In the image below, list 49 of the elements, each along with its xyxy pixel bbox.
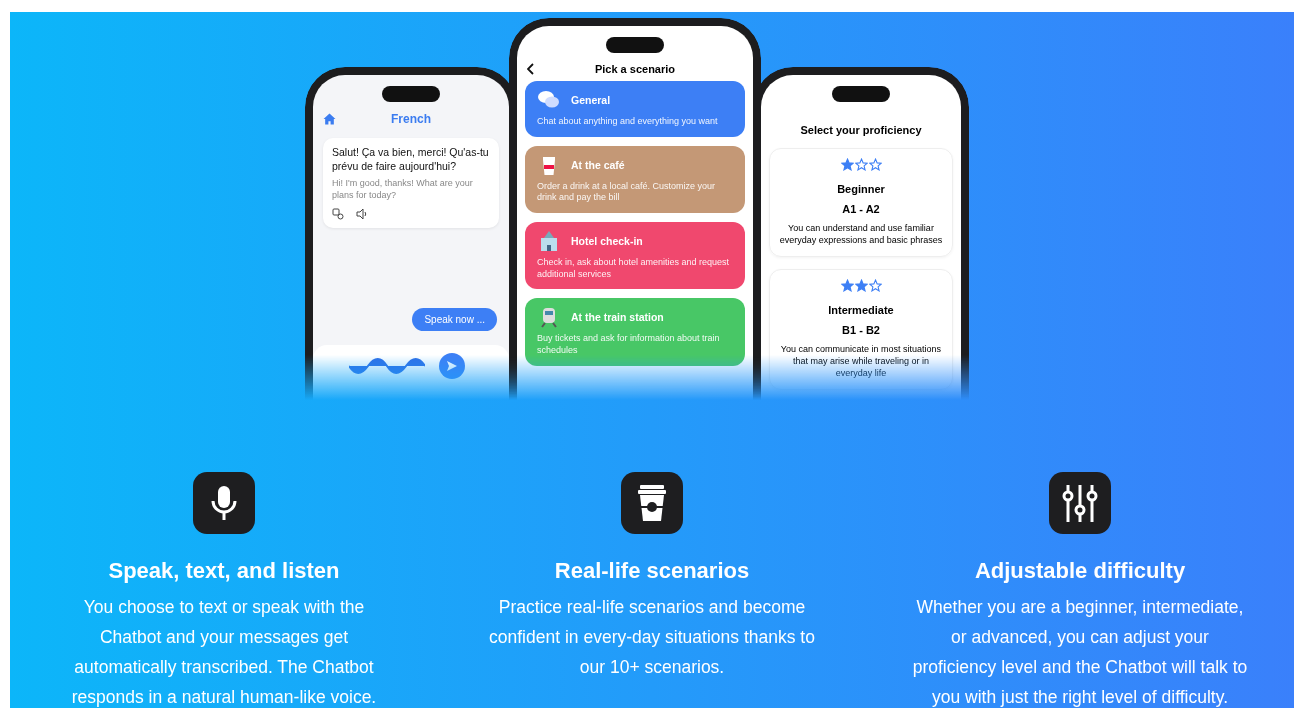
level-name: Beginner xyxy=(836,183,886,195)
send-icon xyxy=(446,359,458,372)
camera-notch xyxy=(606,37,664,53)
feature-text: Practice real-life scenarios and become confident in every-day situations thanks to our 10+ scenarios. xyxy=(488,596,816,679)
feature-title: Real-life scenarios xyxy=(554,558,750,584)
scenario-card[interactable]: At the train station Buy tickets and ask for information about train schedules xyxy=(525,298,745,366)
feature-text: Whether you are a beginner, intermediate, or advanced, you can adjust your proficiency level and the Chatbot will talk to you with just the right level of difficulty. xyxy=(911,596,1249,708)
microphone-icon xyxy=(211,485,237,521)
filled-star-icon xyxy=(840,158,854,171)
message-text: Salut! Ça va bien, merci! Qu'as-tu prévu de faire aujourd'hui? xyxy=(332,146,490,174)
level-description: You can understand and use familiar everyday expressions and basic phrases xyxy=(778,223,944,247)
back-icon[interactable] xyxy=(527,63,535,75)
send-button[interactable] xyxy=(439,352,465,379)
scenario-title: At the train station xyxy=(571,311,664,324)
camera-notch xyxy=(382,86,440,102)
sliders-icon xyxy=(1062,484,1098,522)
screen-title: Select your proficiency xyxy=(799,123,923,138)
level-description: You can communicate in most situations that may arise while traveling or in everyday life xyxy=(779,344,943,380)
feature-text: You choose to text or speak with the Chatbot and your messages get automatically transcribed. The Chatbot responds in a natural human-like voice. xyxy=(70,596,378,708)
home-icon[interactable] xyxy=(323,113,336,125)
scenario-description: Order a drink at a local café. Customize your drink and pay the bill xyxy=(537,180,717,205)
empty-star-icon xyxy=(868,158,882,171)
scenario-title: General xyxy=(571,94,611,106)
level-name: Intermediate xyxy=(827,304,895,317)
speaker-icon[interactable] xyxy=(356,207,368,220)
screen-title: French xyxy=(390,112,432,126)
coffee-cup-icon xyxy=(637,484,667,522)
camera-notch xyxy=(832,86,890,102)
level-card[interactable]: Beginner A1 - A2 You can understand and use familiar everyday expressions and basic phrases xyxy=(769,148,953,258)
scenario-title: At the café xyxy=(571,158,625,171)
feature-title: Adjustable difficulty xyxy=(974,558,1186,584)
feature-title: Speak, text, and listen xyxy=(108,558,340,584)
scenario-card[interactable]: General Chat about anything and everything you want xyxy=(525,81,745,137)
scenario-description: Chat about anything and everything you want xyxy=(537,116,719,128)
translate-icon[interactable] xyxy=(332,207,344,220)
scenario-card[interactable]: Hotel check-in Check in, ask about hotel amenities and request additional services xyxy=(525,222,745,290)
filled-star-icon xyxy=(854,279,868,293)
level-range: B1 - B2 xyxy=(841,324,881,337)
screen-title: Pick a scenario xyxy=(593,63,677,75)
scenario-card[interactable]: At the café Order a drink at a local café. Customize your drink and pay the bill xyxy=(525,145,745,214)
scenario-description: Check in, ask about hotel amenities and request additional services xyxy=(537,257,731,281)
translation-text: Hi! I'm good, thanks! What are your plans for today? xyxy=(332,178,474,202)
scenario-description: Buy tickets and ask for information about train schedules xyxy=(537,333,721,357)
filled-star-icon xyxy=(840,279,854,293)
sound-wave-icon xyxy=(349,356,425,375)
level-card[interactable]: Intermediate B1 - B2 You can communicate in most situations that may arise while traveling or in everyday life xyxy=(769,269,953,391)
speak-now-button[interactable]: Speak now ... xyxy=(412,307,497,331)
scenario-title: Hotel check-in xyxy=(571,235,643,248)
level-range: A1 - A2 xyxy=(841,203,881,215)
